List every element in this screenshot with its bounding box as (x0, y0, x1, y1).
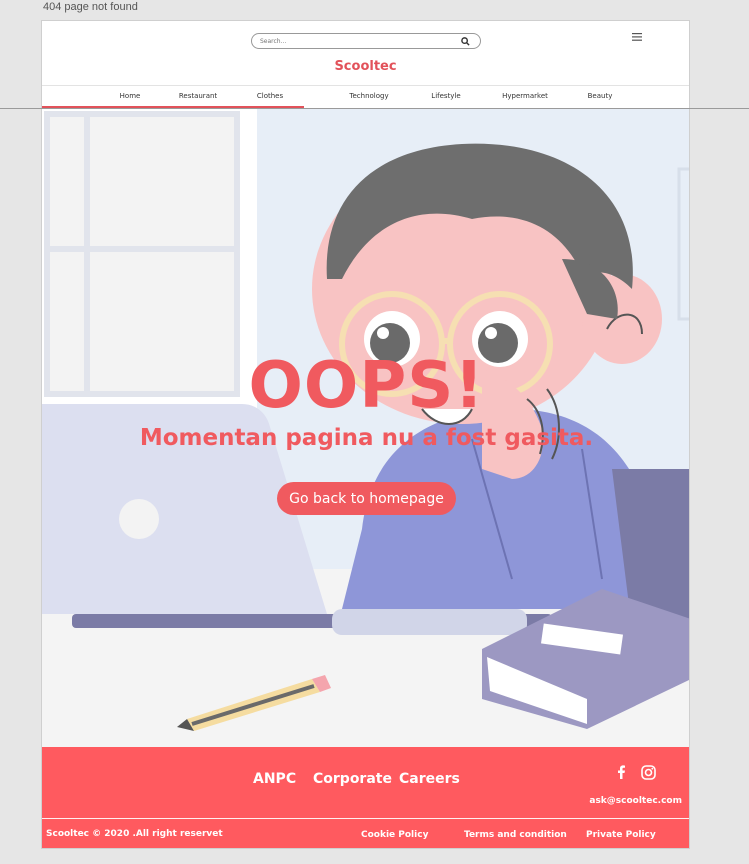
search-bar[interactable] (251, 33, 481, 49)
nav-item-home[interactable]: Home (120, 92, 141, 100)
error-title: OOPS! (248, 349, 485, 423)
footer-link-corporate[interactable]: Corporate (313, 771, 392, 787)
back-to-homepage-button[interactable]: Go back to homepage (277, 482, 456, 515)
nav-item-hypermarket[interactable]: Hypermarket (502, 92, 548, 100)
nav-item-technology[interactable]: Technology (349, 92, 388, 100)
instagram-icon[interactable] (641, 765, 656, 780)
search-icon[interactable] (461, 37, 470, 46)
nav-divider (42, 85, 689, 86)
search-input[interactable] (260, 36, 450, 46)
page-frame: Scooltec Home Restaurant Clothes Technol… (41, 20, 690, 849)
contact-email[interactable]: ask@scooltec.com (589, 796, 682, 806)
footer-link-careers[interactable]: Careers (399, 771, 460, 787)
cookie-policy-link[interactable]: Cookie Policy (361, 830, 428, 840)
hero-content: OOPS! Momentan pagina nu a fost gasita. … (42, 109, 689, 747)
canvas-label: 404 page not found (43, 1, 138, 13)
nav-item-restaurant[interactable]: Restaurant (179, 92, 217, 100)
canvas-guide-line (0, 108, 749, 109)
site-footer: ANPC Corporate Careers ask@scooltec.com … (42, 747, 689, 848)
error-subtitle: Momentan pagina nu a fost gasita. (139, 425, 594, 451)
facebook-icon[interactable] (616, 765, 626, 779)
footer-link-anpc[interactable]: ANPC (253, 771, 296, 787)
main-nav: Home Restaurant Clothes Technology Lifes… (42, 87, 689, 107)
terms-link[interactable]: Terms and condition (464, 830, 567, 840)
nav-item-clothes[interactable]: Clothes (257, 92, 283, 100)
brand-logo[interactable]: Scooltec (42, 59, 689, 74)
nav-item-beauty[interactable]: Beauty (588, 92, 613, 100)
menu-icon[interactable] (632, 33, 642, 41)
copyright-text: Scooltec © 2020 .All right reservet (46, 829, 223, 839)
nav-item-lifestyle[interactable]: Lifestyle (431, 92, 460, 100)
privacy-policy-link[interactable]: Private Policy (586, 830, 656, 840)
footer-divider (42, 818, 689, 819)
hero-section: OOPS! Momentan pagina nu a fost gasita. … (42, 109, 689, 747)
site-header: Scooltec Home Restaurant Clothes Technol… (42, 21, 689, 109)
